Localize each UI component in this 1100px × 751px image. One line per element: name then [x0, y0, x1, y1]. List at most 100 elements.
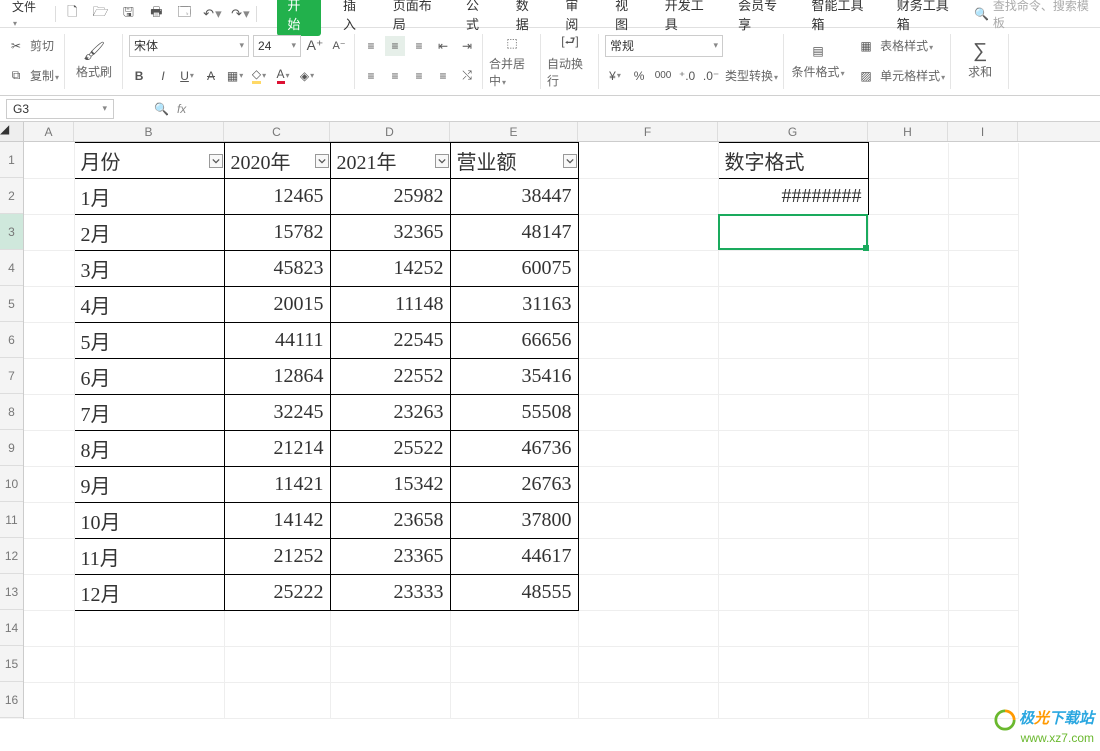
fill-color-icon[interactable]: ◇▾: [249, 66, 269, 86]
cell-G8[interactable]: [718, 395, 868, 431]
cut-icon[interactable]: ✂: [6, 36, 26, 56]
cell-E15[interactable]: [450, 647, 578, 683]
cell-G1[interactable]: 数字格式: [718, 143, 868, 179]
cell-C13[interactable]: 25222: [224, 575, 330, 611]
select-all-corner[interactable]: ◢: [0, 122, 24, 141]
cell-B7[interactable]: 6月: [74, 359, 224, 395]
cell-style-button[interactable]: 单元格样式▾: [880, 67, 945, 84]
merge-center-button[interactable]: ⬚ 合并居中▾: [489, 33, 535, 89]
percent-icon[interactable]: %: [629, 66, 649, 86]
cell-F7[interactable]: [578, 359, 718, 395]
cell-E10[interactable]: 26763: [450, 467, 578, 503]
cell-F11[interactable]: [578, 503, 718, 539]
align-top-icon[interactable]: ≡: [361, 36, 381, 56]
col-H[interactable]: H: [868, 122, 948, 141]
cell-A10[interactable]: [24, 467, 74, 503]
cell-D2[interactable]: 25982: [330, 179, 450, 215]
cell-H6[interactable]: [868, 323, 948, 359]
cell-E13[interactable]: 48555: [450, 575, 578, 611]
cell-H7[interactable]: [868, 359, 948, 395]
font-size-combo[interactable]: 24▾: [253, 35, 301, 57]
border-icon[interactable]: ▦▾: [225, 66, 245, 86]
name-box[interactable]: G3▾: [6, 99, 114, 119]
row-8[interactable]: 8: [0, 394, 23, 430]
cell-B2[interactable]: 1月: [74, 179, 224, 215]
cell-F1[interactable]: [578, 143, 718, 179]
filter-button[interactable]: [209, 154, 223, 168]
cell-B13[interactable]: 12月: [74, 575, 224, 611]
wrap-text-button[interactable]: [⮐] 自动换行: [547, 33, 593, 89]
cell-G13[interactable]: [718, 575, 868, 611]
row-2[interactable]: 2: [0, 178, 23, 214]
cell-A15[interactable]: [24, 647, 74, 683]
cell-G14[interactable]: [718, 611, 868, 647]
cell-I12[interactable]: [948, 539, 1018, 575]
col-F[interactable]: F: [578, 122, 718, 141]
cell-G12[interactable]: [718, 539, 868, 575]
cell-I3[interactable]: [948, 215, 1018, 251]
cell-F5[interactable]: [578, 287, 718, 323]
cell-I10[interactable]: [948, 467, 1018, 503]
cell-I4[interactable]: [948, 251, 1018, 287]
cell-G2[interactable]: ########: [718, 179, 868, 215]
cell-B16[interactable]: [74, 683, 224, 719]
cell-H11[interactable]: [868, 503, 948, 539]
cell-C12[interactable]: 21252: [224, 539, 330, 575]
cell-I1[interactable]: [948, 143, 1018, 179]
cell-D9[interactable]: 25522: [330, 431, 450, 467]
cell-F15[interactable]: [578, 647, 718, 683]
col-D[interactable]: D: [330, 122, 450, 141]
font-name-combo[interactable]: 宋体▾: [129, 35, 249, 57]
cell-H14[interactable]: [868, 611, 948, 647]
type-convert-button[interactable]: 类型转换▾: [725, 67, 778, 84]
cell-H16[interactable]: [868, 683, 948, 719]
cell-C9[interactable]: 21214: [224, 431, 330, 467]
row-13[interactable]: 13: [0, 574, 23, 610]
cell-A6[interactable]: [24, 323, 74, 359]
cell-A1[interactable]: [24, 143, 74, 179]
number-format-combo[interactable]: 常规▾: [605, 35, 723, 57]
cell-D8[interactable]: 23263: [330, 395, 450, 431]
comma-icon[interactable]: 000: [653, 66, 673, 86]
cell-C6[interactable]: 44111: [224, 323, 330, 359]
cell-E11[interactable]: 37800: [450, 503, 578, 539]
strike-icon[interactable]: A: [201, 66, 221, 86]
cell-D5[interactable]: 11148: [330, 287, 450, 323]
cell-D4[interactable]: 14252: [330, 251, 450, 287]
formula-input[interactable]: [194, 99, 1100, 119]
cell-I2[interactable]: [948, 179, 1018, 215]
cell-E8[interactable]: 55508: [450, 395, 578, 431]
cell-E14[interactable]: [450, 611, 578, 647]
copy-icon[interactable]: ⧉: [6, 66, 26, 86]
cell-G9[interactable]: [718, 431, 868, 467]
cell-G15[interactable]: [718, 647, 868, 683]
cell-I6[interactable]: [948, 323, 1018, 359]
increase-font-icon[interactable]: A⁺: [305, 36, 325, 56]
italic-icon[interactable]: I: [153, 66, 173, 86]
cell-B15[interactable]: [74, 647, 224, 683]
cell-A2[interactable]: [24, 179, 74, 215]
command-search[interactable]: 🔍 查找命令、搜索模板: [974, 0, 1094, 31]
font-color-icon[interactable]: A▾: [273, 66, 293, 86]
open-icon[interactable]: 🗁: [90, 4, 110, 24]
cell-B11[interactable]: 10月: [74, 503, 224, 539]
cell-D11[interactable]: 23658: [330, 503, 450, 539]
table-style-button[interactable]: 表格样式▾: [880, 37, 933, 54]
col-I[interactable]: I: [948, 122, 1018, 141]
cell-B9[interactable]: 8月: [74, 431, 224, 467]
cell-B3[interactable]: 2月: [74, 215, 224, 251]
cell-F9[interactable]: [578, 431, 718, 467]
row-10[interactable]: 10: [0, 466, 23, 502]
align-center-icon[interactable]: ≡: [385, 66, 405, 86]
row-1[interactable]: 1: [0, 142, 23, 178]
zoom-icon[interactable]: 🔍: [154, 102, 169, 116]
cell-H2[interactable]: [868, 179, 948, 215]
cell-A13[interactable]: [24, 575, 74, 611]
cell-C1[interactable]: 2020年: [224, 143, 330, 179]
cell-I8[interactable]: [948, 395, 1018, 431]
cell-F12[interactable]: [578, 539, 718, 575]
cell-B5[interactable]: 4月: [74, 287, 224, 323]
cell-I5[interactable]: [948, 287, 1018, 323]
cell-A8[interactable]: [24, 395, 74, 431]
cell-D1[interactable]: 2021年: [330, 143, 450, 179]
